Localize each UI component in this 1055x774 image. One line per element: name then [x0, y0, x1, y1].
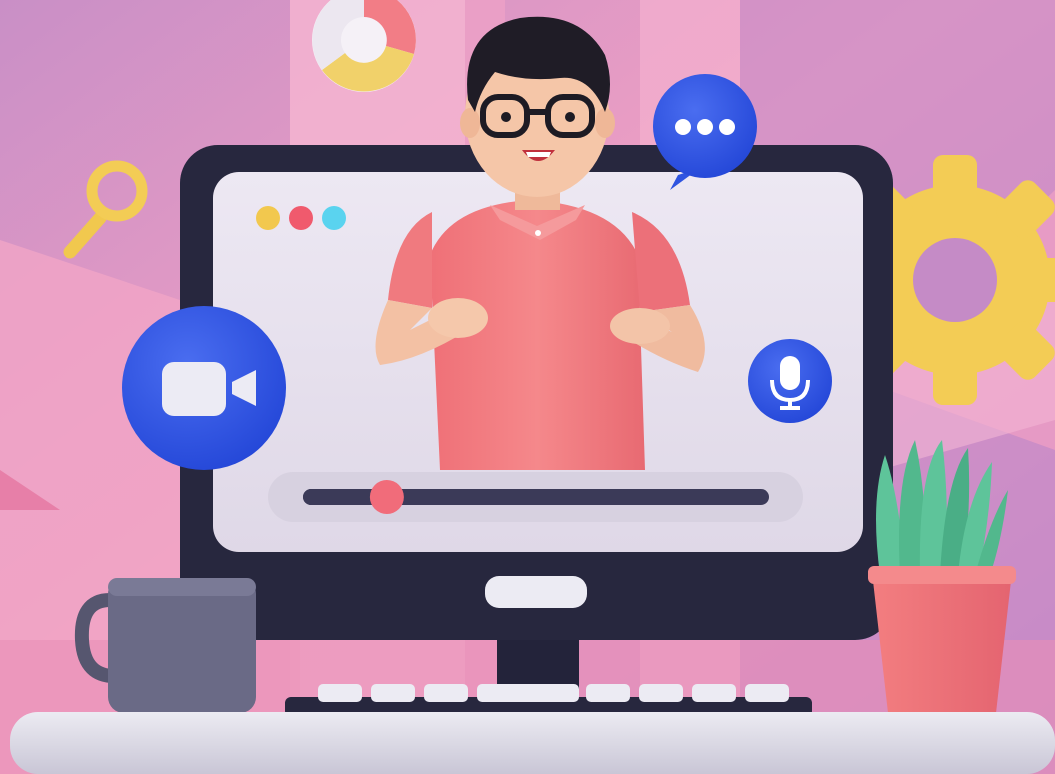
- microphone-button: [748, 339, 832, 423]
- window-controls: [256, 206, 346, 230]
- desk: [10, 712, 1055, 774]
- video-call-illustration: [0, 0, 1055, 774]
- camera-button: [122, 306, 286, 470]
- video-progress: [268, 472, 803, 522]
- illustration-canvas: [0, 0, 1055, 774]
